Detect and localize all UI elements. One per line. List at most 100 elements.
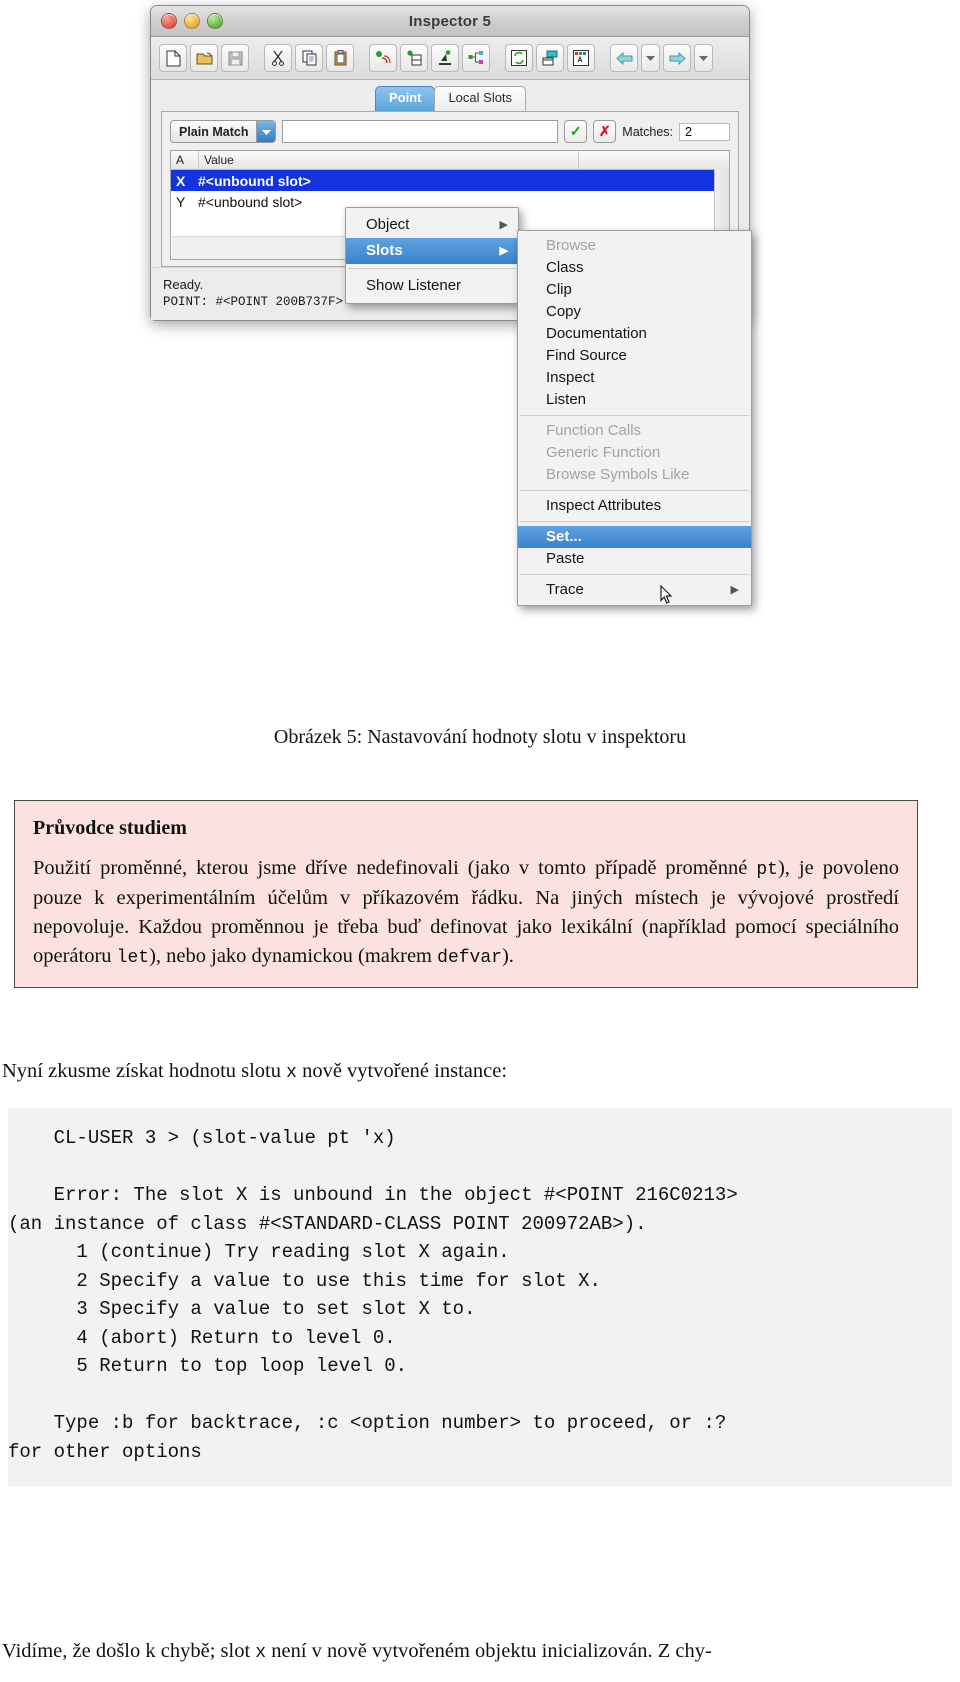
submenu-item-function-calls: Function Calls — [518, 420, 751, 442]
context-menu[interactable]: Object ▶ Slots ▶ Show Listener — [345, 207, 519, 304]
chevron-down-icon — [256, 121, 276, 142]
paste-clipboard-icon[interactable] — [326, 44, 354, 72]
code-listing: CL-USER 3 > (slot-value pt 'x) Error: Th… — [8, 1108, 952, 1486]
menu-item-label: Trace — [546, 581, 584, 598]
inspect-microscope-icon[interactable] — [431, 44, 459, 72]
mouse-cursor-icon — [660, 584, 674, 605]
filter-query-input[interactable] — [282, 120, 559, 143]
back-arrow-icon[interactable] — [610, 44, 638, 72]
menu-item-label: Documentation — [546, 325, 647, 342]
slot-name-y: Y — [176, 193, 186, 210]
intro-text-2: nově vytvořené instance: — [296, 1060, 508, 1082]
callout-text-4: ). — [501, 944, 514, 967]
intro-text-1: Nyní zkusme získat hodnotu slotu — [2, 1060, 287, 1082]
menu-item-label: Class — [546, 259, 584, 276]
submenu-item-paste[interactable]: Paste — [518, 548, 751, 570]
tab-point[interactable]: Point — [374, 86, 436, 111]
table-row[interactable]: X #<unbound slot> — [171, 170, 729, 191]
tab-strip: Point Local Slots — [161, 86, 739, 111]
menu-item-label: Function Calls — [546, 422, 642, 439]
submenu-item-trace[interactable]: Trace ▶ — [518, 579, 751, 601]
submenu-item-documentation[interactable]: Documentation — [518, 323, 751, 345]
chevron-right-icon: ▶ — [499, 219, 508, 231]
figure-caption: Obrázek 5: Nastavování hodnoty slotu v i… — [273, 726, 687, 748]
refresh-icon[interactable] — [505, 44, 533, 72]
filter-row: Plain Match ✓ ✗ Matches: 2 — [170, 120, 730, 143]
menu-separator — [520, 574, 749, 575]
callout-code-defvar: defvar — [437, 947, 502, 968]
menu-item-show-listener[interactable]: Show Listener — [346, 273, 518, 299]
callout-body: Použití proměnné, kterou jsme dříve nede… — [33, 854, 899, 971]
intro-code-x: x — [286, 1063, 297, 1083]
forward-arrow-icon[interactable] — [663, 44, 691, 72]
menu-item-object[interactable]: Object ▶ — [346, 212, 518, 238]
callout-text-1: Použití proměnné, kterou jsme dříve nede… — [33, 857, 757, 879]
menu-item-label: Browse Symbols Like — [546, 466, 690, 483]
listener-icon[interactable] — [369, 44, 397, 72]
menu-item-label: Inspect — [546, 369, 595, 386]
match-mode-select[interactable]: Plain Match — [170, 120, 277, 143]
chevron-right-icon: ▶ — [499, 245, 508, 257]
toolbar — [151, 37, 749, 80]
menu-separator — [520, 490, 749, 491]
menu-item-label: Show Listener — [366, 277, 462, 294]
open-folder-icon[interactable] — [190, 44, 218, 72]
browse-icon[interactable] — [536, 44, 564, 72]
callout-heading: Průvodce studiem — [33, 817, 187, 839]
menu-item-label: Set... — [546, 528, 582, 545]
submenu-item-set[interactable]: Set... — [518, 526, 751, 548]
column-header-value: Value — [199, 151, 579, 169]
submenu-item-copy[interactable]: Copy — [518, 301, 751, 323]
submenu-item-listen[interactable]: Listen — [518, 389, 751, 411]
submenu-item-class[interactable]: Class — [518, 257, 751, 279]
menu-item-label: Browse — [546, 237, 597, 254]
menu-item-label: Object — [366, 216, 410, 233]
class-tree-icon[interactable] — [462, 44, 490, 72]
menu-separator — [348, 268, 516, 269]
matches-label: Matches: — [622, 124, 673, 139]
menu-item-label: Paste — [546, 550, 585, 567]
submenu-item-browse: Browse — [518, 235, 751, 257]
submenu-item-clip[interactable]: Clip — [518, 279, 751, 301]
menu-item-slots[interactable]: Slots ▶ — [346, 238, 518, 264]
tab-local-slots[interactable]: Local Slots — [434, 86, 527, 111]
save-disk-icon[interactable] — [221, 44, 249, 72]
submenu-item-find-source[interactable]: Find Source — [518, 345, 751, 367]
match-mode-label: Plain Match — [179, 124, 249, 139]
outro-text-1: Vidíme, že došlo k chybě; slot — [2, 1640, 256, 1662]
submenu-slots[interactable]: Browse Class Clip Copy Documentation Fin… — [517, 230, 752, 606]
callout-code-pt: pt — [756, 860, 778, 880]
clip-icon[interactable] — [400, 44, 428, 72]
submenu-item-generic-function: Generic Function — [518, 442, 751, 464]
new-document-icon[interactable] — [159, 44, 187, 72]
menu-item-label: Find Source — [546, 347, 627, 364]
intro-paragraph: Nyní zkusme získat hodnotu slotu x nově … — [2, 1060, 932, 1083]
attributes-icon[interactable] — [567, 44, 595, 72]
menu-item-label: Copy — [546, 303, 582, 320]
outro-code-x: x — [255, 1643, 267, 1663]
menu-item-label: Listen — [546, 391, 587, 408]
slot-name-x: X — [176, 172, 186, 189]
column-header-a: A — [171, 151, 199, 169]
matches-count: 2 — [679, 122, 730, 141]
cut-scissors-icon[interactable] — [264, 44, 292, 72]
figure-screenshot: Inspector 5 Point Local Slots Plain Matc… — [0, 0, 960, 720]
window-title: Inspector 5 — [408, 12, 492, 30]
chevron-right-icon: ▶ — [730, 584, 739, 596]
menu-separator — [520, 521, 749, 522]
outro-paragraph: Vidíme, že došlo k chybě; slot x není v … — [2, 1640, 932, 1663]
slot-value-x: #<unbound slot> — [198, 172, 311, 189]
copy-icon[interactable] — [295, 44, 323, 72]
menu-item-label: Slots — [366, 242, 403, 259]
submenu-item-inspect[interactable]: Inspect — [518, 367, 751, 389]
back-dropdown-icon[interactable] — [641, 44, 660, 72]
slot-table-header: A Value — [171, 151, 729, 170]
menu-item-label: Clip — [546, 281, 572, 298]
callout-code-let: let — [116, 947, 150, 968]
window-titlebar: Inspector 5 — [151, 6, 749, 37]
submenu-item-inspect-attributes[interactable]: Inspect Attributes — [518, 495, 751, 517]
forward-dropdown-icon[interactable] — [694, 44, 713, 72]
cross-icon[interactable]: ✗ — [593, 120, 617, 143]
menu-item-label: Generic Function — [546, 444, 661, 461]
check-icon[interactable]: ✓ — [564, 120, 588, 143]
